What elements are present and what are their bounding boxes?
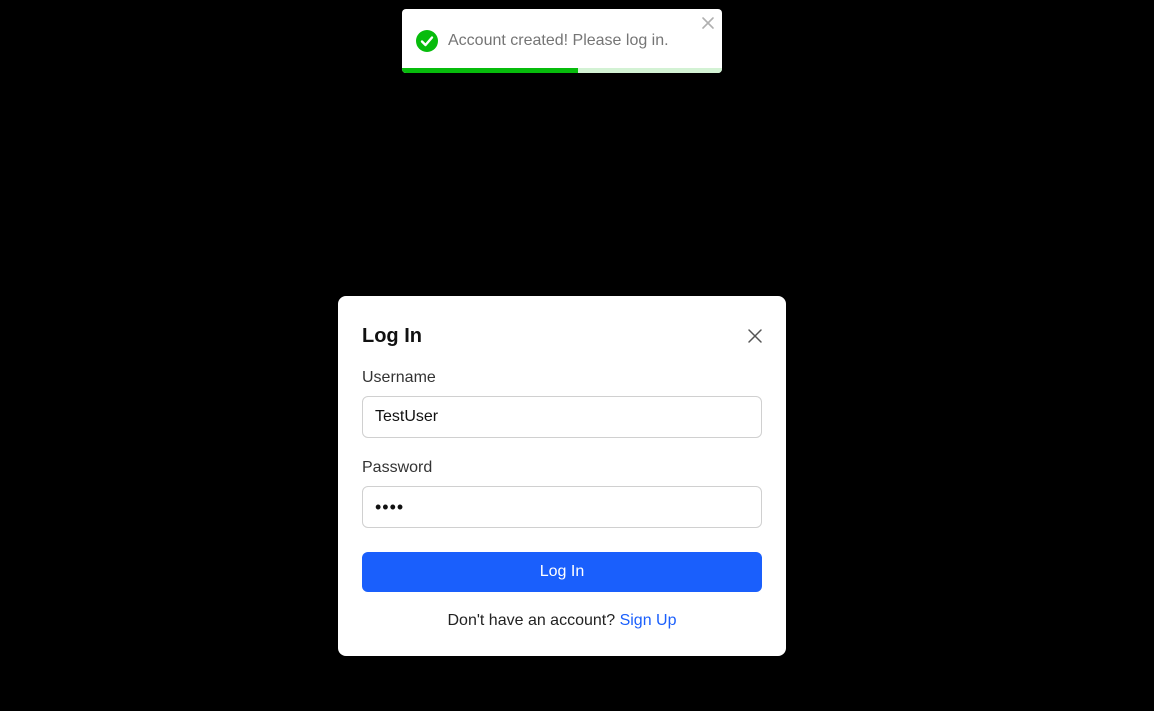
login-button[interactable]: Log In <box>362 552 762 592</box>
toast-progress-bar <box>402 68 722 73</box>
check-circle-icon <box>416 30 438 52</box>
password-input[interactable] <box>362 486 762 528</box>
signup-prompt-text: Don't have an account? <box>447 612 616 629</box>
modal-title: Log In <box>362 325 422 347</box>
username-label: Username <box>362 369 436 386</box>
password-label: Password <box>362 459 433 476</box>
modal-close-button[interactable] <box>746 327 764 345</box>
close-icon <box>748 329 762 343</box>
username-input[interactable] <box>362 396 762 438</box>
login-modal: Log In Username Password Log In Don't ha… <box>338 296 786 656</box>
signup-link[interactable]: Sign Up <box>620 612 677 629</box>
toast-progress-fill <box>402 68 578 73</box>
toast-close-button[interactable] <box>700 15 716 31</box>
signup-prompt: Don't have an account? Sign Up <box>338 611 786 631</box>
success-toast: Account created! Please log in. <box>402 9 722 73</box>
close-icon <box>702 17 714 29</box>
toast-message: Account created! Please log in. <box>448 32 669 49</box>
